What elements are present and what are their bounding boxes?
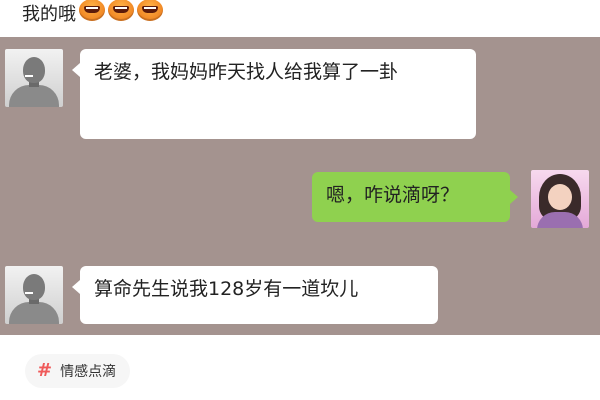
girl-avatar (531, 170, 589, 228)
caption-text: 我的哦 (22, 4, 76, 25)
grimacing-face-icon (108, 0, 134, 21)
message-bubble-outgoing: 嗯，咋说滴呀？ (312, 172, 518, 222)
message-text: 算命先生说我128岁有一道坎儿 (94, 278, 359, 300)
topic-tag[interactable]: # 情感点滴 (25, 354, 131, 388)
message-text: 老婆，我妈妈昨天找人给我算了一卦 (94, 61, 399, 83)
hash-icon: # (37, 360, 53, 381)
message-bubble-incoming: 算命先生说我128岁有一道坎儿 (72, 266, 438, 324)
message-bubble-incoming: 老婆，我妈妈昨天找人给我算了一卦 (72, 49, 476, 139)
grimacing-face-icon (137, 0, 163, 21)
grimacing-face-icon (79, 0, 105, 21)
message-text: 嗯，咋说滴呀？ (326, 184, 460, 206)
post-caption: 我的哦 (22, 0, 163, 26)
topic-tag-label: 情感点滴 (60, 364, 117, 380)
man-avatar (5, 266, 63, 324)
man-avatar (5, 49, 63, 107)
chat-screenshot: 老婆，我妈妈昨天找人给我算了一卦 嗯，咋说滴呀？ 算命先生说我128岁有一道坎儿 (0, 37, 600, 335)
